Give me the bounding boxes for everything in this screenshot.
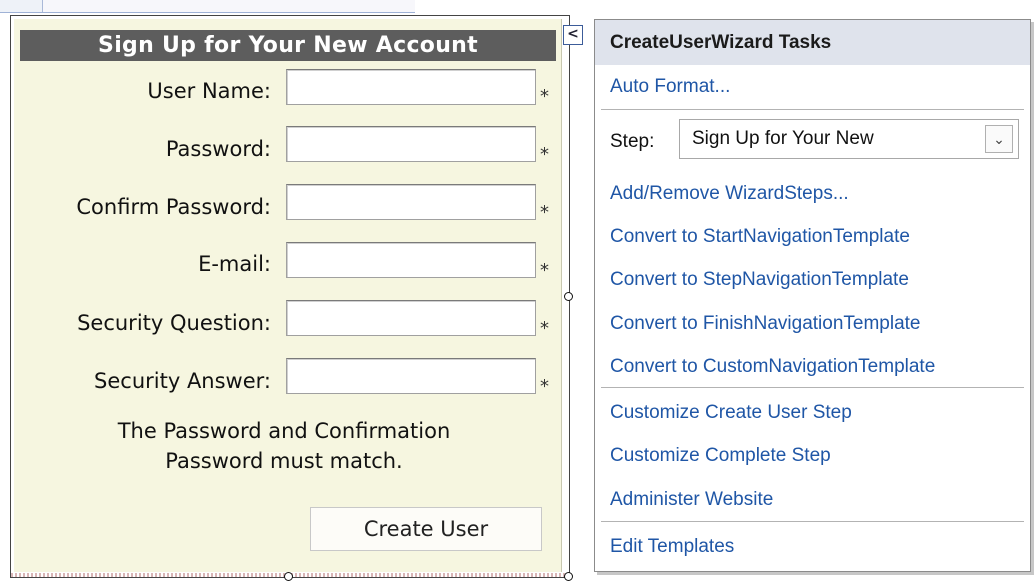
security-question-label: Security Question: bbox=[77, 311, 271, 335]
email-input[interactable] bbox=[286, 242, 536, 278]
security-question-input[interactable] bbox=[286, 300, 536, 336]
security-question-required-mark: * bbox=[540, 318, 549, 339]
edit-templates-link[interactable]: Edit Templates bbox=[610, 536, 734, 558]
designer-top-strip-tab bbox=[0, 0, 43, 12]
security-answer-required-mark: * bbox=[540, 376, 549, 397]
convert-start-navigation-template-link[interactable]: Convert to StartNavigationTemplate bbox=[610, 226, 910, 248]
wizard-title: Sign Up for Your New Account bbox=[20, 30, 556, 61]
resize-handle-right[interactable] bbox=[564, 292, 573, 301]
convert-finish-navigation-template-link[interactable]: Convert to FinishNavigationTemplate bbox=[610, 313, 921, 335]
customize-complete-step-link[interactable]: Customize Complete Step bbox=[610, 445, 831, 467]
auto-format-link[interactable]: Auto Format... bbox=[610, 76, 730, 98]
step-dropdown[interactable]: Sign Up for Your New ⌄ bbox=[679, 119, 1019, 159]
administer-website-link[interactable]: Administer Website bbox=[610, 489, 773, 511]
password-label: Password: bbox=[165, 137, 271, 161]
confirm-password-input[interactable] bbox=[286, 184, 536, 220]
customize-create-user-step-link[interactable]: Customize Create User Step bbox=[610, 402, 852, 424]
convert-step-navigation-template-link[interactable]: Convert to StepNavigationTemplate bbox=[610, 269, 909, 291]
security-answer-label: Security Answer: bbox=[94, 369, 271, 393]
tasks-separator bbox=[601, 109, 1024, 110]
step-label: Step: bbox=[610, 131, 655, 152]
password-match-message: The Password and Confirmation Password m… bbox=[44, 416, 524, 476]
create-user-button[interactable]: Create User bbox=[310, 507, 542, 551]
username-required-mark: * bbox=[540, 86, 549, 107]
create-user-wizard[interactable]: Sign Up for Your New Account User Name: … bbox=[14, 19, 562, 572]
confirm-password-required-mark: * bbox=[540, 202, 549, 223]
chevron-down-icon[interactable]: ⌄ bbox=[985, 125, 1013, 153]
email-required-mark: * bbox=[540, 260, 549, 281]
resize-handle-bottom[interactable] bbox=[284, 572, 293, 581]
password-match-message-line2: Password must match. bbox=[165, 449, 403, 473]
tasks-separator bbox=[601, 521, 1024, 522]
confirm-password-label: Confirm Password: bbox=[76, 195, 271, 219]
username-label: User Name: bbox=[147, 79, 271, 103]
step-dropdown-value: Sign Up for Your New bbox=[692, 128, 874, 149]
smart-tag-collapse-icon[interactable]: < bbox=[563, 25, 583, 45]
security-answer-input[interactable] bbox=[286, 358, 536, 394]
password-required-mark: * bbox=[540, 144, 549, 165]
add-remove-wizard-steps-link[interactable]: Add/Remove WizardSteps... bbox=[610, 183, 849, 205]
email-label: E-mail: bbox=[198, 252, 271, 276]
tasks-panel-title: CreateUserWizard Tasks bbox=[595, 20, 1030, 65]
designer-top-strip bbox=[0, 0, 415, 13]
tasks-separator bbox=[601, 387, 1024, 388]
username-input[interactable] bbox=[286, 69, 536, 105]
password-match-message-line1: The Password and Confirmation bbox=[117, 419, 451, 443]
resize-handle-bottom-right[interactable] bbox=[564, 572, 573, 581]
convert-custom-navigation-template-link[interactable]: Convert to CustomNavigationTemplate bbox=[610, 356, 935, 378]
password-input[interactable] bbox=[286, 126, 536, 162]
tasks-panel: CreateUserWizard Tasks Auto Format... St… bbox=[594, 19, 1031, 572]
